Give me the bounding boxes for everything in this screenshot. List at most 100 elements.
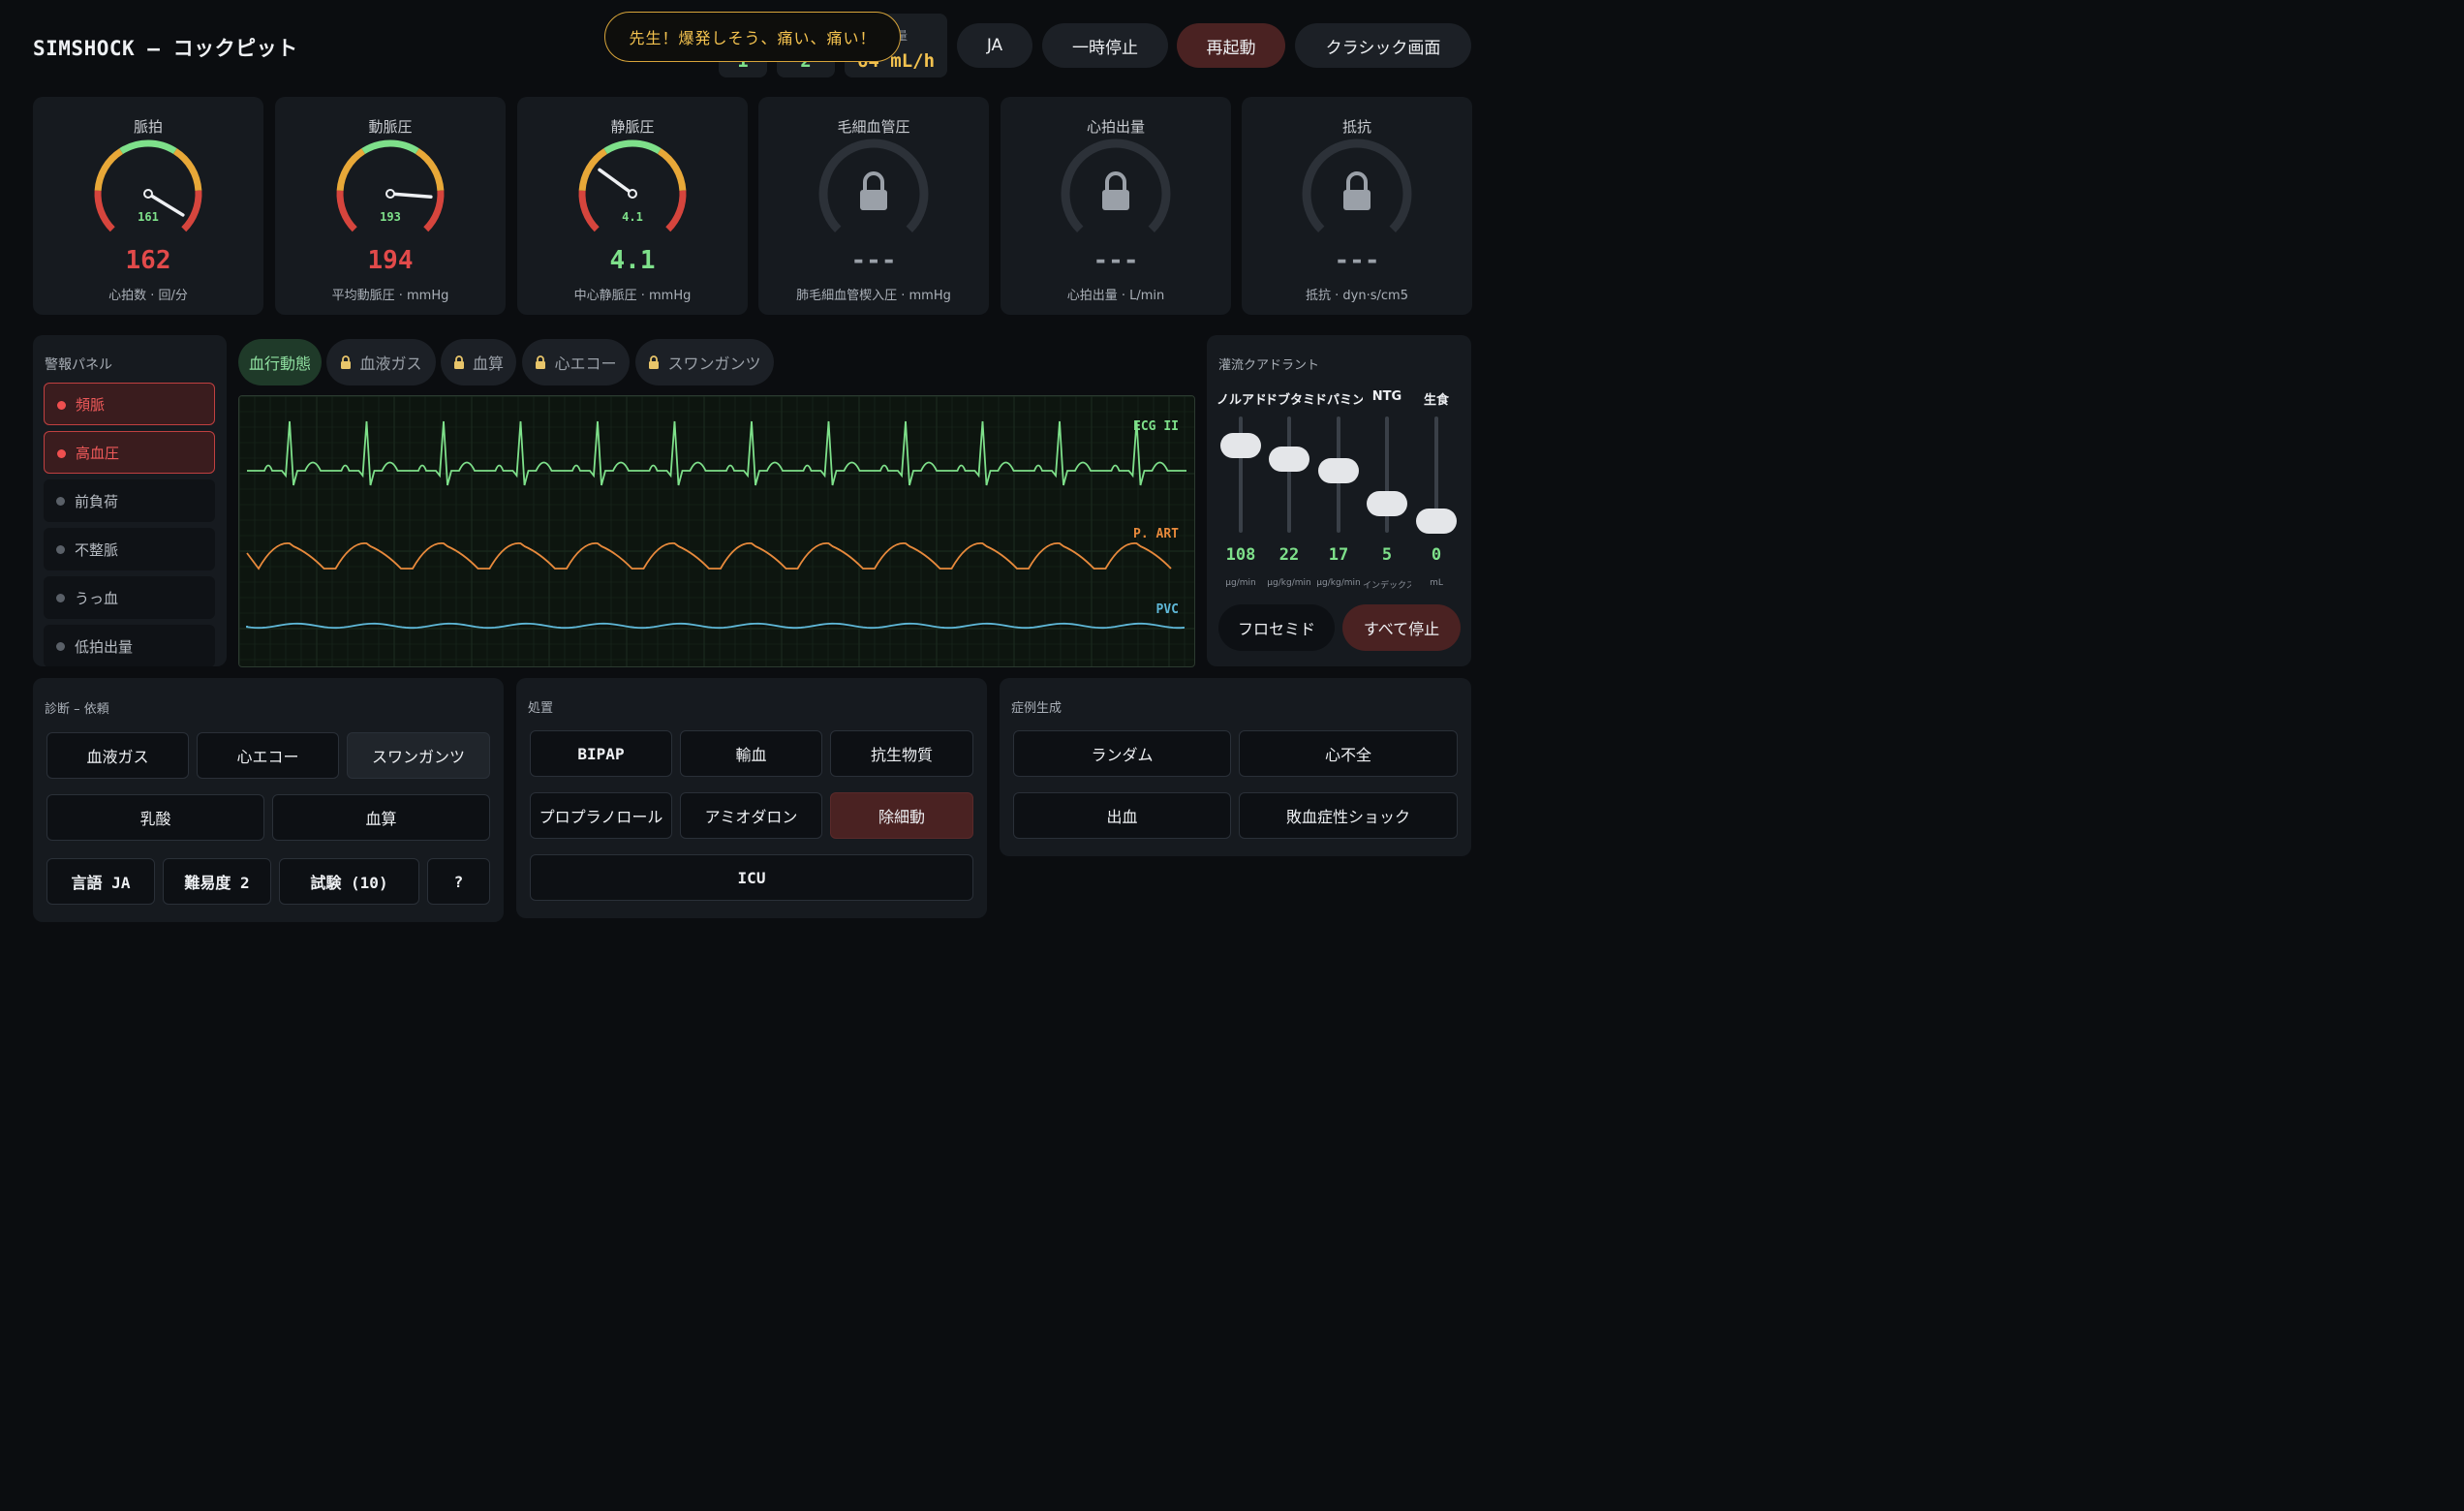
treatment-title: 処置	[528, 701, 554, 716]
alarm-indicator-icon	[56, 545, 65, 554]
art-label: P. ART	[1133, 527, 1179, 541]
slider-handle[interactable]	[1269, 447, 1309, 473]
help-button[interactable]: ?	[427, 858, 490, 905]
gauge-value: ---	[1093, 246, 1139, 275]
slider-value: 17	[1328, 545, 1349, 565]
alarm-label: 高血圧	[76, 444, 120, 462]
gauge-card: 動脈圧 193 194 平均動脈圧 · mmHg	[275, 97, 506, 315]
arterial-waveform	[246, 542, 1172, 570]
propranolol-button[interactable]: プロプラノロール	[530, 792, 672, 839]
slider-track[interactable]	[1287, 416, 1291, 533]
lock-icon	[649, 355, 660, 369]
order-cbc-button[interactable]: 血算	[272, 794, 490, 841]
waveform-canvas	[239, 396, 1194, 666]
alarm-item: うっ血	[44, 576, 215, 619]
tab-2[interactable]: 血算	[441, 339, 516, 385]
gauge-title: 毛細血管圧	[837, 118, 910, 136]
lock-icon	[1102, 190, 1129, 210]
antibiotics-button[interactable]: 抗生物質	[830, 730, 973, 777]
slider-unit: µg/kg/min	[1267, 578, 1311, 588]
defibrillation-button[interactable]: 除細動	[830, 792, 973, 839]
pvc-label: PVC	[1155, 602, 1179, 617]
slider-label: 生食	[1423, 393, 1449, 408]
tab-1[interactable]: 血液ガス	[326, 339, 436, 385]
slider-handle[interactable]	[1220, 433, 1261, 458]
alarm-label: 頻脈	[76, 395, 106, 414]
slider-label: ドパミン	[1314, 393, 1363, 408]
gauge-unit: 平均動脈圧 · mmHg	[331, 289, 449, 303]
order-swan-ganz-button[interactable]: スワンガンツ	[347, 732, 490, 779]
case-hemorrhage-button[interactable]: 出血	[1013, 792, 1231, 839]
gauge-dial: 193	[336, 139, 445, 232]
gauge-card: 脈拍 161 162 心拍数 · 回/分	[33, 97, 263, 315]
gauge-title: 脈拍	[133, 118, 163, 136]
gauge-card: 心拍出量 --- 心拍出量 · L/min	[1001, 97, 1231, 315]
tab-label: 血液ガス	[359, 355, 422, 373]
amiodarone-button[interactable]: アミオダロン	[680, 792, 822, 839]
slider-unit: µg/kg/min	[1316, 578, 1361, 588]
ecg-waveform	[247, 420, 1186, 486]
gauge-dial: 4.1	[578, 139, 687, 232]
alarm-panel: 警報パネル 頻脈 高血圧 前負荷 不整脈 うっ血 低拍出量	[33, 335, 227, 666]
bipap-button[interactable]: BIPAP	[530, 730, 672, 777]
alarm-indicator-icon	[56, 642, 65, 651]
gauge-title: 動脈圧	[368, 118, 413, 136]
slider-unit: mL	[1430, 578, 1443, 588]
exam-button[interactable]: 試験 (10)	[279, 858, 419, 905]
slider-label: NTG	[1371, 389, 1402, 404]
classic-view-button[interactable]: クラシック画面	[1295, 23, 1471, 68]
pvc-waveform	[246, 622, 1186, 630]
case-random-button[interactable]: ランダム	[1013, 730, 1231, 777]
furosemide-button[interactable]: フロセミド	[1218, 604, 1335, 651]
gauge-needle	[388, 192, 433, 200]
case-septic-shock-button[interactable]: 敗血症性ショック	[1239, 792, 1458, 839]
tab-label: 心エコー	[554, 355, 617, 373]
slider-handle[interactable]	[1318, 458, 1359, 484]
gauge-unit: 心拍数 · 回/分	[108, 289, 188, 303]
alarm-item: 高血圧	[44, 431, 215, 474]
icu-button[interactable]: ICU	[530, 854, 973, 901]
lock-icon	[860, 190, 887, 210]
gauge-needle	[598, 168, 634, 196]
tab-3[interactable]: 心エコー	[522, 339, 630, 385]
gauge-value: ---	[850, 246, 897, 275]
order-blood-gas-button[interactable]: 血液ガス	[46, 732, 189, 779]
transfusion-button[interactable]: 輸血	[680, 730, 822, 777]
restart-button[interactable]: 再起動	[1177, 23, 1285, 68]
stop-all-button[interactable]: すべて停止	[1342, 604, 1461, 651]
tab-label: 血行動態	[248, 355, 311, 373]
gauge-unit: 抵抗 · dyn·s/cm5	[1306, 289, 1408, 303]
tab-0[interactable]: 血行動態	[238, 339, 322, 385]
difficulty-button[interactable]: 難易度 2	[163, 858, 271, 905]
app-title: SIMSHOCK – コックピット	[33, 37, 298, 60]
alarm-item: 不整脈	[44, 528, 215, 570]
slider-value: 0	[1431, 545, 1442, 565]
gauge-card: 毛細血管圧 --- 肺毛細血管楔入圧 · mmHg	[758, 97, 989, 315]
language-setting-button[interactable]: 言語 JA	[46, 858, 155, 905]
alarm-panel-title: 警報パネル	[45, 357, 112, 373]
slider-unit: インデックス	[1363, 581, 1411, 591]
pause-button[interactable]: 一時停止	[1042, 23, 1168, 68]
slider-value: 5	[1381, 545, 1393, 565]
language-button[interactable]: JA	[957, 23, 1032, 68]
lock-icon	[341, 355, 352, 369]
tab-4[interactable]: スワンガンツ	[635, 339, 774, 385]
case-heart-failure-button[interactable]: 心不全	[1239, 730, 1458, 777]
slider-handle[interactable]	[1416, 509, 1457, 534]
alarm-indicator-icon	[56, 594, 65, 602]
lock-icon	[536, 355, 546, 369]
alarm-item: 前負荷	[44, 479, 215, 522]
perfusion-title: 灌流クアドラント	[1218, 358, 1320, 373]
patient-toast: 先生！爆発しそう、痛い、痛い！	[604, 12, 901, 62]
order-echo-button[interactable]: 心エコー	[197, 732, 339, 779]
gauge-needle-value: 193	[380, 210, 401, 224]
gauge-dial: 161	[94, 139, 202, 232]
slider-handle[interactable]	[1367, 491, 1407, 516]
alarm-indicator-icon	[57, 449, 66, 458]
lock-icon	[1343, 190, 1371, 210]
slider-value: 22	[1278, 545, 1300, 565]
case-generation-title: 症例生成	[1011, 701, 1063, 716]
order-lactate-button[interactable]: 乳酸	[46, 794, 264, 841]
gauge-value: 194	[367, 246, 414, 275]
gauge-unit: 中心静脈圧 · mmHg	[573, 289, 692, 303]
